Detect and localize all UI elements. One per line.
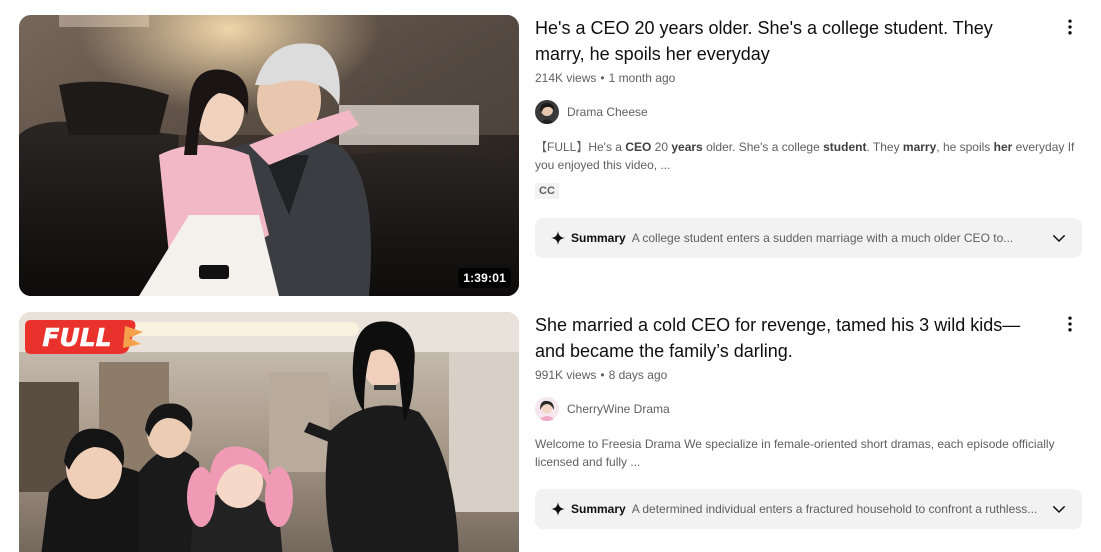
vertical-ellipsis-icon: [1068, 19, 1072, 35]
summary-text: A determined individual enters a fractur…: [631, 502, 1038, 516]
snippet-text: 20: [651, 140, 672, 154]
snippet-highlight: student: [823, 140, 867, 154]
chevron-down-icon[interactable]: [1050, 500, 1068, 518]
video-duration: 1:39:01: [458, 268, 511, 288]
full-badge-text: FULL: [42, 323, 111, 352]
sparkle-icon: [551, 231, 565, 245]
video-meta: 214K views • 1 month ago: [535, 70, 1089, 86]
video-thumbnail[interactable]: 1:39:01: [19, 15, 519, 296]
snippet-highlight: marry: [902, 140, 937, 154]
channel-link[interactable]: CherryWine Drama: [535, 397, 1089, 421]
avatar[interactable]: [535, 100, 559, 124]
full-badge: FULL: [25, 316, 143, 358]
video-info: He's a CEO 20 years older. She's a colle…: [535, 15, 1089, 258]
avatar[interactable]: [535, 397, 559, 421]
vertical-ellipsis-icon: [1068, 316, 1072, 332]
video-description-snippet: Welcome to Freesia Drama We specialize i…: [535, 437, 1055, 469]
channel-name[interactable]: CherryWine Drama: [567, 402, 670, 416]
ai-summary-bar[interactable]: Summary A determined individual enters a…: [535, 489, 1082, 529]
video-title[interactable]: He's a CEO 20 years older. She's a colle…: [535, 15, 1040, 67]
video-description-snippet: 【FULL】He's a CEO 20 years older. She's a…: [535, 138, 1080, 174]
snippet-highlight: her: [993, 140, 1013, 154]
sparkle-icon: [551, 502, 565, 516]
channel-name[interactable]: Drama Cheese: [567, 105, 648, 119]
video-result[interactable]: 1:39:01 He's a CEO 20 years older. She's…: [19, 15, 1089, 296]
view-count: 991K views: [535, 368, 597, 382]
video-result[interactable]: FULL She married a cold CEO for revenge,…: [19, 312, 1089, 552]
snippet-text: , he spoils: [936, 140, 994, 154]
chevron-down-icon[interactable]: [1050, 229, 1068, 247]
snippet-text: . They: [866, 140, 903, 154]
snippet-text: 【FULL】He's a: [535, 140, 626, 154]
channel-link[interactable]: Drama Cheese: [535, 100, 1089, 124]
snippet-highlight: years: [671, 140, 703, 154]
video-title[interactable]: She married a cold CEO for revenge, tame…: [535, 312, 1040, 364]
more-actions-button[interactable]: [1058, 15, 1082, 39]
upload-age: 1 month ago: [608, 71, 676, 85]
summary-text: A college student enters a sudden marria…: [631, 231, 1014, 245]
thumbnail-image: [19, 15, 519, 296]
snippet-text: older. She's a college: [702, 140, 824, 154]
cc-badge: CC: [535, 183, 559, 199]
upload-age: 8 days ago: [608, 368, 668, 382]
summary-label: Summary: [571, 231, 626, 245]
video-info: She married a cold CEO for revenge, tame…: [535, 312, 1089, 529]
snippet-highlight: CEO: [625, 140, 652, 154]
view-count: 214K views: [535, 71, 597, 85]
video-meta: 991K views • 8 days ago: [535, 367, 1089, 383]
summary-label: Summary: [571, 502, 626, 516]
more-actions-button[interactable]: [1058, 312, 1082, 336]
ai-summary-bar[interactable]: Summary A college student enters a sudde…: [535, 218, 1082, 258]
meta-separator: •: [600, 71, 605, 85]
video-thumbnail[interactable]: FULL: [19, 312, 519, 552]
meta-separator: •: [600, 368, 605, 382]
